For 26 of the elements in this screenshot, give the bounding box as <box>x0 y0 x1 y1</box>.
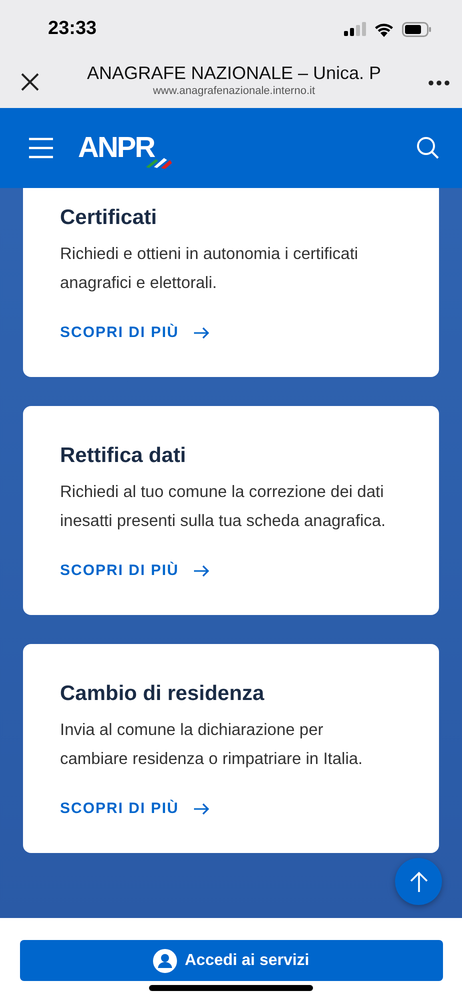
close-button[interactable] <box>20 72 40 92</box>
discover-link[interactable]: SCOPRI DI PIÙ <box>60 562 210 579</box>
scroll-to-top-button[interactable] <box>395 858 442 905</box>
page-url: www.anagrafenazionale.interno.it <box>152 85 316 97</box>
arrow-right-icon <box>192 326 210 338</box>
page-title: ANAGRAFE NAZIONALE – Unica. P <box>86 63 382 84</box>
discover-link[interactable]: SCOPRI DI PIÙ <box>60 800 210 817</box>
discover-link[interactable]: SCOPRI DI PIÙ <box>60 324 210 341</box>
login-button[interactable]: Accedi ai servizi <box>20 940 442 981</box>
menu-button[interactable] <box>28 137 54 159</box>
card-title: Rettifica dati <box>60 444 188 468</box>
arrow-up-icon <box>408 870 428 892</box>
wifi-icon <box>374 22 394 36</box>
user-icon <box>152 948 177 972</box>
battery-icon <box>402 22 432 36</box>
card-title: Certificati <box>60 206 158 230</box>
search-button[interactable] <box>416 136 440 160</box>
signal-icon <box>344 22 366 36</box>
card-description: Richiedi e ottieni in autonomia i certificati anagrafici e elettorali. <box>60 244 360 294</box>
card-title: Cambio di residenza <box>60 682 266 706</box>
arrow-right-icon <box>192 802 210 814</box>
arrow-right-icon <box>192 564 210 576</box>
status-time: 23:33 <box>48 18 97 40</box>
card-description: Invia al comune la dichiarazione per cambiare residenza o rimpatriare in Italia. <box>60 720 364 770</box>
card-description: Richiedi al tuo comune la correzione dei dati inesatti presenti sulla tua scheda anagrafica. <box>60 482 387 532</box>
more-button[interactable] <box>428 80 450 86</box>
